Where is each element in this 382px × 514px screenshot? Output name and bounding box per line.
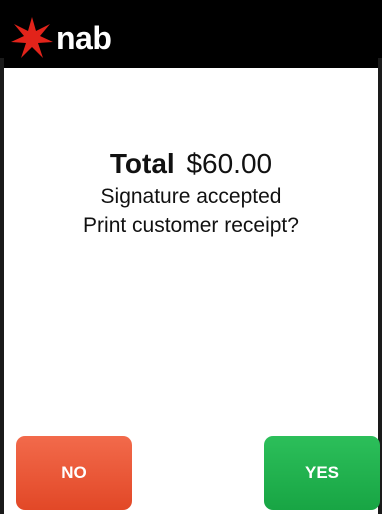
signature-status: Signature accepted	[100, 185, 282, 208]
nab-star-icon	[11, 17, 53, 58]
total-line: Total $60.00	[0, 146, 382, 182]
transaction-message: Total $60.00 Signature accepted Print cu…	[0, 146, 382, 240]
yes-button[interactable]: YES	[264, 436, 380, 510]
total-amount: $60.00	[186, 148, 273, 179]
screen-edge-left	[0, 58, 4, 514]
receipt-prompt: Print customer receipt?	[83, 214, 299, 237]
no-button[interactable]: NO	[16, 436, 132, 510]
header-bar: nab	[0, 0, 382, 68]
brand-name: nab	[56, 20, 112, 56]
terminal-screen: nab Total $60.00 Signature accepted Prin…	[0, 0, 382, 514]
total-label: Total	[109, 148, 175, 179]
nab-logo: nab	[10, 16, 112, 60]
